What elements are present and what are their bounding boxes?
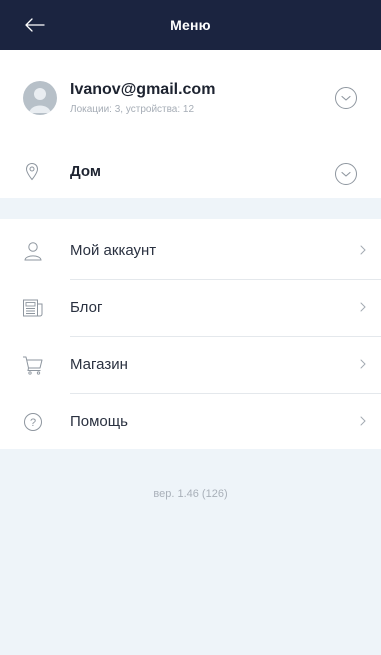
menu-item-label: Мой аккаунт [70, 242, 157, 259]
svg-text:?: ? [30, 417, 36, 429]
location-row[interactable]: Дом [0, 150, 381, 194]
account-email: Ivanov@gmail.com [70, 81, 216, 98]
menu-item-label: Блог [70, 299, 103, 316]
account-summary: Локации: 3, устройства: 12 [70, 104, 195, 115]
menu-item-blog[interactable]: Блог [0, 279, 381, 336]
chevron-right-icon [360, 416, 366, 426]
menu-item-label: Магазин [70, 356, 128, 373]
user-avatar-icon [23, 81, 57, 115]
arrow-left-icon [25, 18, 45, 32]
chevron-right-icon [360, 245, 366, 255]
location-pin-icon [25, 162, 39, 181]
chevron-right-icon [360, 302, 366, 312]
menu-item-shop[interactable]: Магазин [0, 336, 381, 393]
menu-list: Мой аккаунт Блог Магазин ? Помощь [0, 219, 381, 449]
cart-icon [23, 356, 43, 375]
page-title: Меню [170, 17, 211, 33]
user-icon [24, 242, 42, 261]
app-header: Меню [0, 0, 381, 50]
app-version: вер. 1.46 (126) [153, 488, 228, 500]
menu-item-help[interactable]: ? Помощь [0, 393, 381, 450]
chevron-down-circle-icon[interactable] [334, 86, 358, 110]
menu-item-account[interactable]: Мой аккаунт [0, 222, 381, 279]
menu-item-label: Помощь [70, 413, 128, 430]
newspaper-icon [23, 299, 43, 317]
chevron-down-circle-icon[interactable] [334, 162, 358, 186]
help-circle-icon: ? [24, 413, 42, 431]
account-panel: Ivanov@gmail.com Локации: 3, устройства:… [0, 50, 381, 198]
location-name: Дом [70, 163, 101, 180]
chevron-right-icon [360, 359, 366, 369]
back-button[interactable] [20, 12, 50, 38]
account-row[interactable]: Ivanov@gmail.com Локации: 3, устройства:… [0, 50, 381, 140]
